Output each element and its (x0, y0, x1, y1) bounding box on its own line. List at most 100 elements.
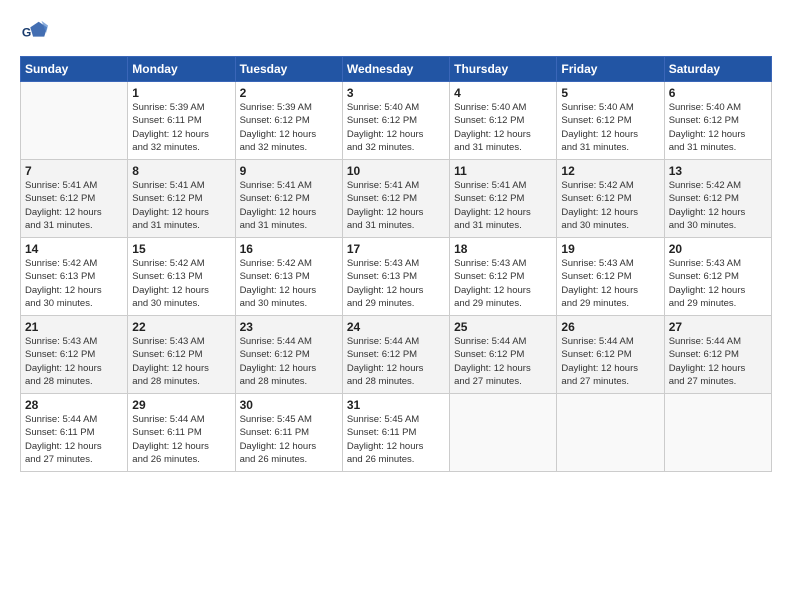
day-number: 12 (561, 164, 659, 178)
day-number: 17 (347, 242, 445, 256)
calendar-cell: 30Sunrise: 5:45 AM Sunset: 6:11 PM Dayli… (235, 394, 342, 472)
day-number: 2 (240, 86, 338, 100)
day-number: 26 (561, 320, 659, 334)
day-info: Sunrise: 5:41 AM Sunset: 6:12 PM Dayligh… (25, 179, 123, 232)
day-number: 29 (132, 398, 230, 412)
calendar-cell: 12Sunrise: 5:42 AM Sunset: 6:12 PM Dayli… (557, 160, 664, 238)
calendar-cell: 16Sunrise: 5:42 AM Sunset: 6:13 PM Dayli… (235, 238, 342, 316)
calendar-cell: 4Sunrise: 5:40 AM Sunset: 6:12 PM Daylig… (450, 82, 557, 160)
calendar-cell: 9Sunrise: 5:41 AM Sunset: 6:12 PM Daylig… (235, 160, 342, 238)
day-number: 6 (669, 86, 767, 100)
calendar-cell (664, 394, 771, 472)
header-day-friday: Friday (557, 57, 664, 82)
calendar-cell: 25Sunrise: 5:44 AM Sunset: 6:12 PM Dayli… (450, 316, 557, 394)
calendar-cell: 1Sunrise: 5:39 AM Sunset: 6:11 PM Daylig… (128, 82, 235, 160)
day-info: Sunrise: 5:43 AM Sunset: 6:12 PM Dayligh… (25, 335, 123, 388)
day-info: Sunrise: 5:40 AM Sunset: 6:12 PM Dayligh… (561, 101, 659, 154)
calendar-cell: 24Sunrise: 5:44 AM Sunset: 6:12 PM Dayli… (342, 316, 449, 394)
day-info: Sunrise: 5:44 AM Sunset: 6:12 PM Dayligh… (454, 335, 552, 388)
day-number: 14 (25, 242, 123, 256)
header-day-saturday: Saturday (664, 57, 771, 82)
day-number: 7 (25, 164, 123, 178)
day-number: 16 (240, 242, 338, 256)
day-info: Sunrise: 5:41 AM Sunset: 6:12 PM Dayligh… (347, 179, 445, 232)
day-info: Sunrise: 5:42 AM Sunset: 6:12 PM Dayligh… (561, 179, 659, 232)
calendar-header-row: SundayMondayTuesdayWednesdayThursdayFrid… (21, 57, 772, 82)
day-info: Sunrise: 5:44 AM Sunset: 6:12 PM Dayligh… (561, 335, 659, 388)
calendar-cell: 28Sunrise: 5:44 AM Sunset: 6:11 PM Dayli… (21, 394, 128, 472)
calendar-cell: 22Sunrise: 5:43 AM Sunset: 6:12 PM Dayli… (128, 316, 235, 394)
day-info: Sunrise: 5:41 AM Sunset: 6:12 PM Dayligh… (240, 179, 338, 232)
page-header: G (20, 18, 772, 46)
day-info: Sunrise: 5:44 AM Sunset: 6:11 PM Dayligh… (25, 413, 123, 466)
day-info: Sunrise: 5:42 AM Sunset: 6:13 PM Dayligh… (25, 257, 123, 310)
calendar-week-0: 1Sunrise: 5:39 AM Sunset: 6:11 PM Daylig… (21, 82, 772, 160)
day-info: Sunrise: 5:42 AM Sunset: 6:13 PM Dayligh… (132, 257, 230, 310)
calendar-week-2: 14Sunrise: 5:42 AM Sunset: 6:13 PM Dayli… (21, 238, 772, 316)
header-day-wednesday: Wednesday (342, 57, 449, 82)
svg-text:G: G (22, 26, 31, 40)
calendar-cell: 5Sunrise: 5:40 AM Sunset: 6:12 PM Daylig… (557, 82, 664, 160)
day-info: Sunrise: 5:41 AM Sunset: 6:12 PM Dayligh… (454, 179, 552, 232)
calendar-cell: 7Sunrise: 5:41 AM Sunset: 6:12 PM Daylig… (21, 160, 128, 238)
day-number: 13 (669, 164, 767, 178)
header-day-sunday: Sunday (21, 57, 128, 82)
day-info: Sunrise: 5:40 AM Sunset: 6:12 PM Dayligh… (347, 101, 445, 154)
calendar-week-4: 28Sunrise: 5:44 AM Sunset: 6:11 PM Dayli… (21, 394, 772, 472)
day-info: Sunrise: 5:39 AM Sunset: 6:11 PM Dayligh… (132, 101, 230, 154)
calendar-cell: 15Sunrise: 5:42 AM Sunset: 6:13 PM Dayli… (128, 238, 235, 316)
calendar-cell (21, 82, 128, 160)
day-number: 18 (454, 242, 552, 256)
calendar-cell (450, 394, 557, 472)
day-number: 27 (669, 320, 767, 334)
header-day-tuesday: Tuesday (235, 57, 342, 82)
calendar-cell: 13Sunrise: 5:42 AM Sunset: 6:12 PM Dayli… (664, 160, 771, 238)
day-info: Sunrise: 5:44 AM Sunset: 6:12 PM Dayligh… (240, 335, 338, 388)
day-info: Sunrise: 5:43 AM Sunset: 6:12 PM Dayligh… (669, 257, 767, 310)
day-number: 19 (561, 242, 659, 256)
day-number: 22 (132, 320, 230, 334)
calendar-cell: 10Sunrise: 5:41 AM Sunset: 6:12 PM Dayli… (342, 160, 449, 238)
calendar-cell: 18Sunrise: 5:43 AM Sunset: 6:12 PM Dayli… (450, 238, 557, 316)
day-info: Sunrise: 5:43 AM Sunset: 6:12 PM Dayligh… (132, 335, 230, 388)
header-day-thursday: Thursday (450, 57, 557, 82)
day-number: 21 (25, 320, 123, 334)
calendar-cell: 17Sunrise: 5:43 AM Sunset: 6:13 PM Dayli… (342, 238, 449, 316)
calendar-cell: 21Sunrise: 5:43 AM Sunset: 6:12 PM Dayli… (21, 316, 128, 394)
day-number: 15 (132, 242, 230, 256)
header-day-monday: Monday (128, 57, 235, 82)
calendar-cell: 8Sunrise: 5:41 AM Sunset: 6:12 PM Daylig… (128, 160, 235, 238)
day-info: Sunrise: 5:40 AM Sunset: 6:12 PM Dayligh… (454, 101, 552, 154)
calendar-cell: 14Sunrise: 5:42 AM Sunset: 6:13 PM Dayli… (21, 238, 128, 316)
calendar-cell: 26Sunrise: 5:44 AM Sunset: 6:12 PM Dayli… (557, 316, 664, 394)
day-number: 3 (347, 86, 445, 100)
calendar-week-3: 21Sunrise: 5:43 AM Sunset: 6:12 PM Dayli… (21, 316, 772, 394)
day-number: 24 (347, 320, 445, 334)
day-number: 28 (25, 398, 123, 412)
calendar-cell: 6Sunrise: 5:40 AM Sunset: 6:12 PM Daylig… (664, 82, 771, 160)
day-info: Sunrise: 5:41 AM Sunset: 6:12 PM Dayligh… (132, 179, 230, 232)
day-number: 1 (132, 86, 230, 100)
calendar-cell: 20Sunrise: 5:43 AM Sunset: 6:12 PM Dayli… (664, 238, 771, 316)
logo: G (20, 18, 50, 46)
calendar-cell: 23Sunrise: 5:44 AM Sunset: 6:12 PM Dayli… (235, 316, 342, 394)
day-info: Sunrise: 5:44 AM Sunset: 6:12 PM Dayligh… (347, 335, 445, 388)
day-number: 25 (454, 320, 552, 334)
day-info: Sunrise: 5:42 AM Sunset: 6:12 PM Dayligh… (669, 179, 767, 232)
day-info: Sunrise: 5:45 AM Sunset: 6:11 PM Dayligh… (347, 413, 445, 466)
day-info: Sunrise: 5:43 AM Sunset: 6:12 PM Dayligh… (561, 257, 659, 310)
calendar-table: SundayMondayTuesdayWednesdayThursdayFrid… (20, 56, 772, 472)
calendar-cell: 11Sunrise: 5:41 AM Sunset: 6:12 PM Dayli… (450, 160, 557, 238)
day-info: Sunrise: 5:42 AM Sunset: 6:13 PM Dayligh… (240, 257, 338, 310)
day-info: Sunrise: 5:44 AM Sunset: 6:12 PM Dayligh… (669, 335, 767, 388)
calendar-cell: 29Sunrise: 5:44 AM Sunset: 6:11 PM Dayli… (128, 394, 235, 472)
calendar-cell: 27Sunrise: 5:44 AM Sunset: 6:12 PM Dayli… (664, 316, 771, 394)
calendar-week-1: 7Sunrise: 5:41 AM Sunset: 6:12 PM Daylig… (21, 160, 772, 238)
day-number: 5 (561, 86, 659, 100)
day-number: 30 (240, 398, 338, 412)
day-number: 9 (240, 164, 338, 178)
day-info: Sunrise: 5:44 AM Sunset: 6:11 PM Dayligh… (132, 413, 230, 466)
logo-icon: G (20, 18, 48, 46)
day-number: 31 (347, 398, 445, 412)
day-number: 8 (132, 164, 230, 178)
